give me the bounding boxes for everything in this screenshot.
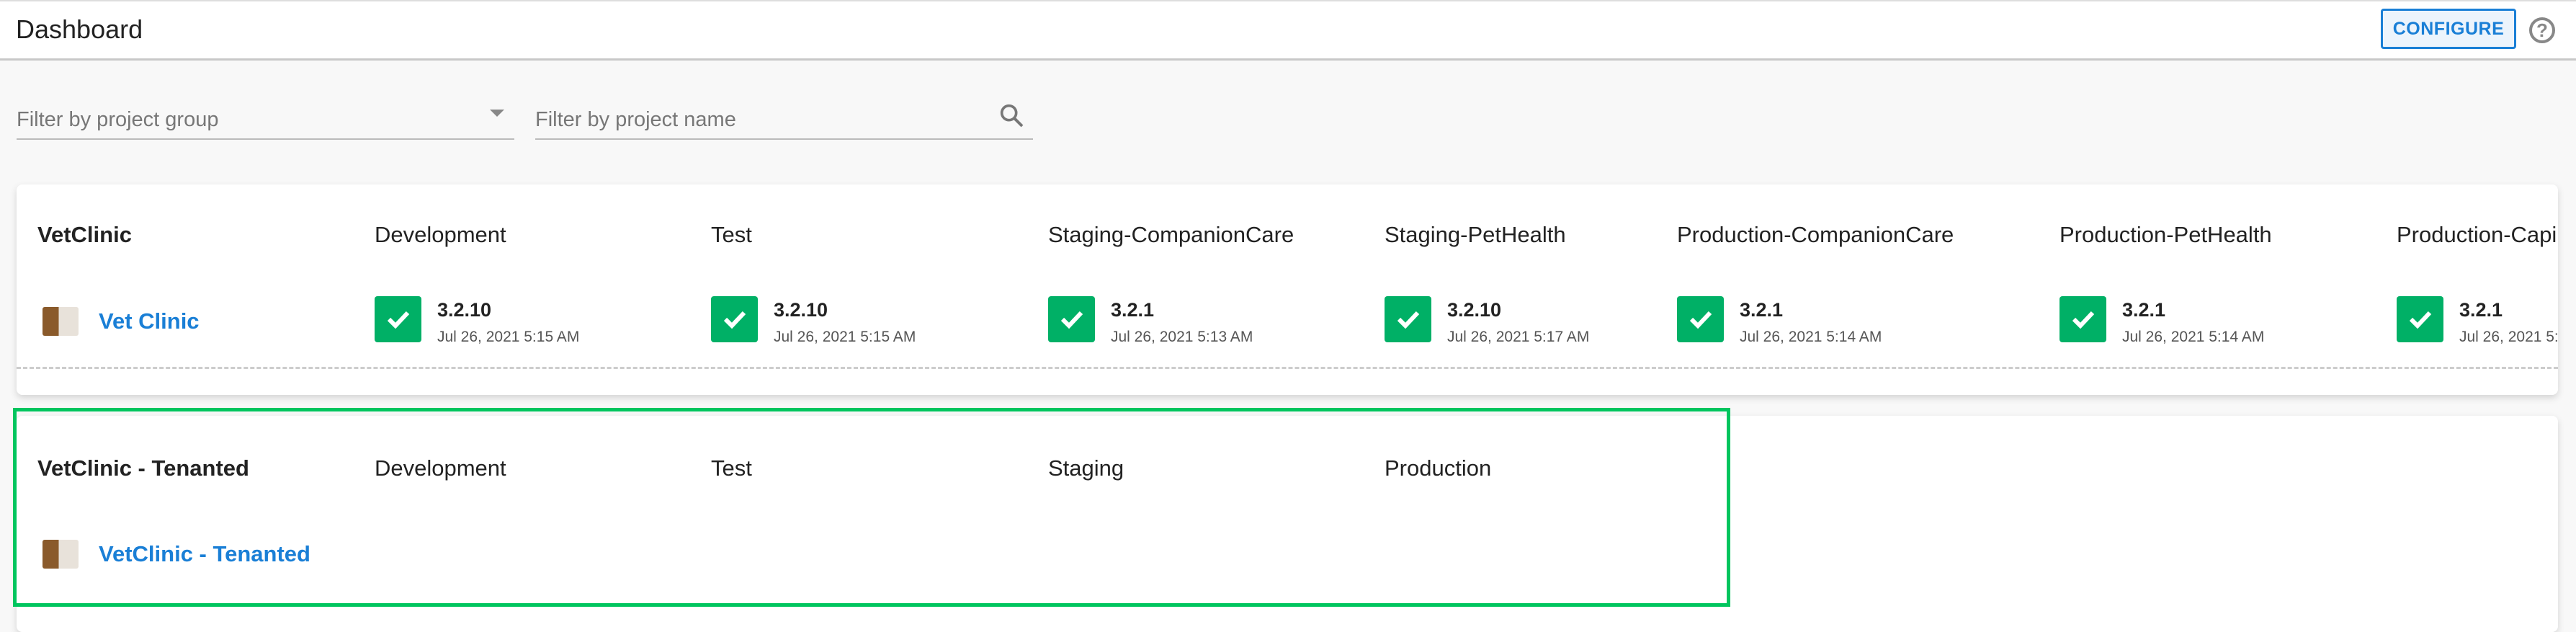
release-cell[interactable]: 3.2.1 Jul 26, 2021 5:14 AM [1677, 296, 1882, 346]
selection-highlight [13, 408, 1730, 607]
release-version: 3.2.10 [437, 299, 492, 321]
project-group-card-vetclinic: VetClinic Development Test Staging-Compani… [17, 184, 2558, 395]
release-version: 3.2.1 [2459, 299, 2503, 321]
environment-header: Development [375, 222, 506, 247]
success-check-icon [1048, 296, 1095, 342]
release-date: Jul 26, 2021 5:14 AM [1740, 329, 1882, 345]
release-version: 3.2.1 [2122, 299, 2166, 321]
release-cell[interactable]: 3.2.10 Jul 26, 2021 5:15 AM [375, 296, 579, 346]
success-check-icon [711, 296, 758, 342]
release-date: Jul 26, 2021 5:13 AM [1111, 329, 1253, 345]
app-header: Dashboard CONFIGURE ? [0, 0, 2576, 61]
row-divider [17, 367, 2558, 369]
release-cell[interactable]: 3.2.10 Jul 26, 2021 5:17 AM [1385, 296, 1589, 346]
release-cell[interactable]: 3.2.1 Jul 26, 2021 5:14 [2397, 296, 2558, 346]
success-check-icon [1385, 296, 1431, 342]
configure-button[interactable]: CONFIGURE [2381, 9, 2516, 49]
project-logo [43, 307, 79, 336]
release-version: 3.2.1 [1111, 299, 1155, 321]
environment-header: Staging-CompanionCare [1048, 222, 1294, 247]
release-date: Jul 26, 2021 5:15 AM [437, 329, 580, 345]
release-cell[interactable]: 3.2.1 Jul 26, 2021 5:14 AM [2060, 296, 2264, 346]
release-version: 3.2.10 [774, 299, 828, 321]
release-date: Jul 26, 2021 5:14 AM [2122, 329, 2265, 345]
release-cell[interactable]: 3.2.10 Jul 26, 2021 5:15 AM [711, 296, 916, 346]
release-version: 3.2.10 [1447, 299, 1502, 321]
environment-header: Test [711, 222, 752, 247]
release-date: Jul 26, 2021 5:17 AM [1447, 329, 1590, 345]
project-group-filter[interactable]: Filter by project group [17, 101, 514, 140]
success-check-icon [1677, 296, 1724, 342]
release-version: 3.2.1 [1740, 299, 1784, 321]
release-cell[interactable]: 3.2.1 Jul 26, 2021 5:13 AM [1048, 296, 1253, 346]
page-title: Dashboard [16, 14, 143, 44]
project-link[interactable]: Vet Clinic [99, 308, 200, 334]
release-date: Jul 26, 2021 5:15 AM [774, 329, 916, 345]
environment-header: Staging-PetHealth [1385, 222, 1566, 247]
help-icon[interactable]: ? [2529, 17, 2555, 43]
environment-header: Production-CompanionCare [1677, 222, 1954, 247]
release-date: Jul 26, 2021 5:14 [2459, 329, 2558, 345]
success-check-icon [375, 296, 421, 342]
project-name-placeholder: Filter by project name [535, 108, 736, 131]
environment-header: Production-Capi [2397, 222, 2557, 247]
project-group-placeholder: Filter by project group [17, 108, 219, 131]
search-icon [1000, 104, 1024, 128]
success-check-icon [2060, 296, 2106, 342]
environment-header: Production-PetHealth [2060, 222, 2272, 247]
project-row-vet-clinic: Vet Clinic [43, 307, 200, 336]
success-check-icon [2397, 296, 2443, 342]
project-name-filter[interactable]: Filter by project name [535, 101, 1033, 140]
group-name: VetClinic [37, 222, 132, 247]
dropdown-caret-icon [490, 110, 504, 117]
